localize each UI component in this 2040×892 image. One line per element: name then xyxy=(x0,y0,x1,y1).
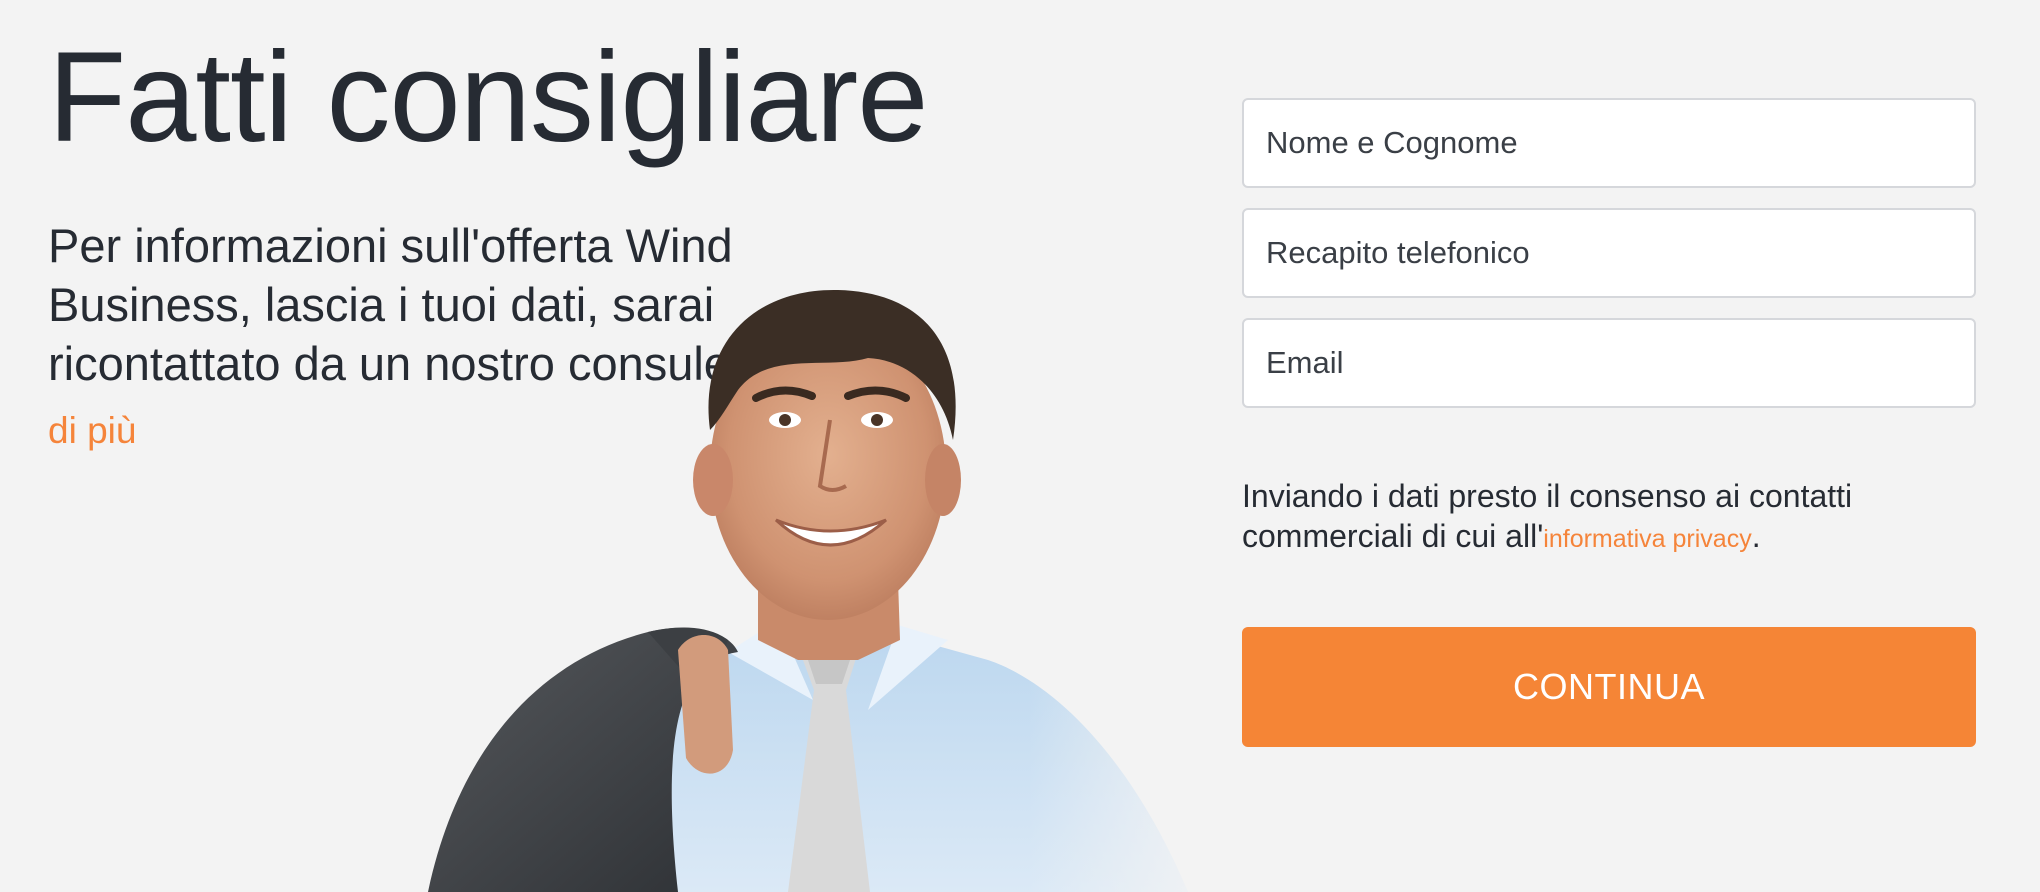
consultant-photo xyxy=(428,280,1228,892)
consent-suffix: . xyxy=(1751,518,1761,554)
name-field[interactable] xyxy=(1242,98,1976,188)
email-field[interactable] xyxy=(1242,318,1976,408)
privacy-link[interactable]: informativa privacy xyxy=(1543,525,1751,553)
continue-button[interactable]: CONTINUA xyxy=(1242,627,1976,747)
page-title: Fatti consigliare xyxy=(48,26,928,169)
consent-notice: Inviando i dati presto il consenso ai co… xyxy=(1242,476,1976,559)
contact-form: Inviando i dati presto il consenso ai co… xyxy=(1242,98,1976,747)
phone-field[interactable] xyxy=(1242,208,1976,298)
hero-section: Fatti consigliare Per informazioni sull'… xyxy=(48,0,1228,892)
